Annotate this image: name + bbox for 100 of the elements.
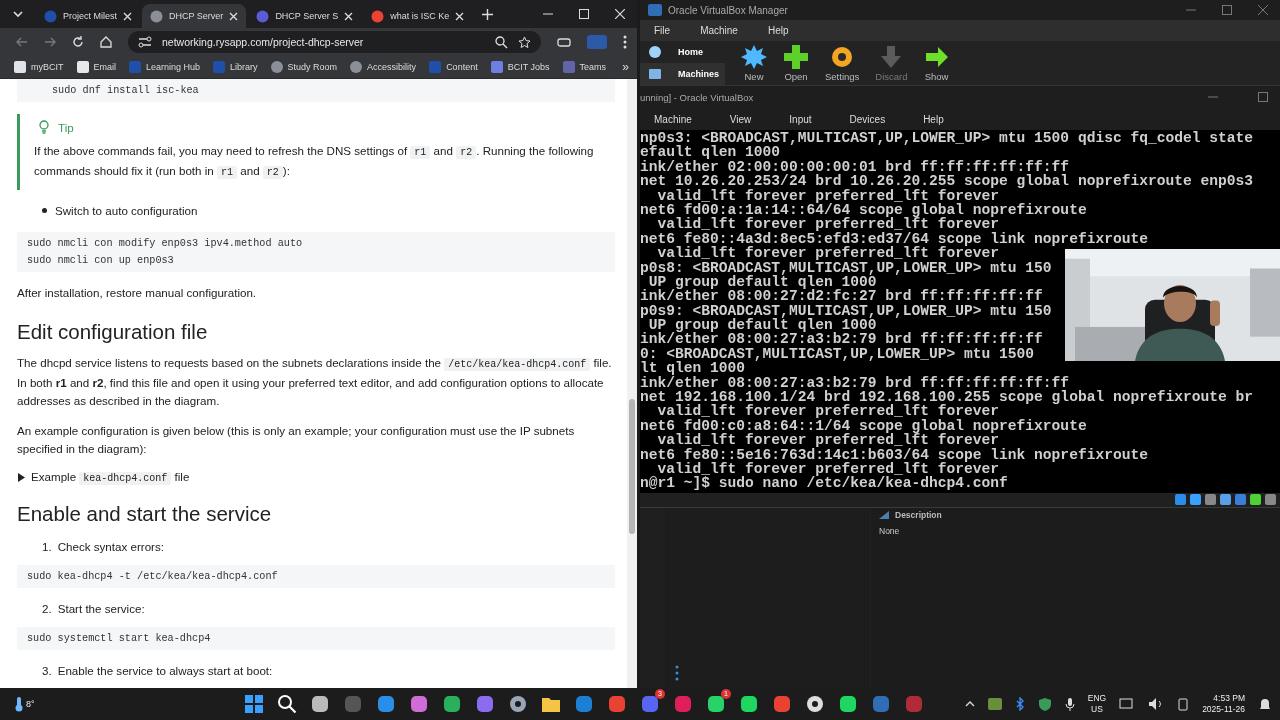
- weather-widget[interactable]: 8°: [14, 696, 244, 712]
- tray-app-icon[interactable]: [987, 698, 1002, 710]
- menu-item[interactable]: File: [654, 25, 671, 36]
- bookmark[interactable]: Library: [213, 61, 258, 73]
- globe-icon: [270, 61, 283, 73]
- address-bar[interactable]: networking.rysapp.com/project-dhcp-server: [128, 31, 541, 53]
- notification-bell-icon[interactable]: [1258, 697, 1272, 711]
- toolbar-button[interactable]: Open: [783, 44, 809, 82]
- code-block: sudo dnf install isc-kea: [17, 79, 615, 102]
- terminal-line: efault qlen 1000: [640, 145, 781, 160]
- favicon-icon: [256, 9, 270, 23]
- tab-list-icon[interactable]: [12, 10, 24, 18]
- browser-tab[interactable]: DHCP Server S: [248, 4, 362, 28]
- back-icon[interactable]: [16, 36, 28, 48]
- bookmark[interactable]: BCIT Jobs: [490, 61, 550, 73]
- start-icon[interactable]: [244, 694, 264, 714]
- list-item: Switch to auto configuration: [55, 204, 198, 217]
- reload-icon[interactable]: [72, 36, 84, 48]
- terminal-line: ink/ether 08:00:27:d2:fc:27 brd ff:ff:ff:ff:ff: [640, 289, 1044, 304]
- browser-tab[interactable]: DHCP Server: [142, 4, 247, 28]
- bookmark[interactable]: Accessibility: [350, 61, 417, 73]
- expandable-section[interactable]: Example kea-dhcp4.conf file: [17, 470, 615, 484]
- battery-icon[interactable]: [1177, 697, 1190, 711]
- menu-item[interactable]: Help: [923, 113, 944, 125]
- paragraph: After installation, restore manual configuration.: [17, 285, 258, 301]
- device-status-icon[interactable]: [1250, 494, 1261, 505]
- bluetooth-icon[interactable]: [1014, 697, 1025, 711]
- favicon-icon: [213, 61, 226, 73]
- terminal-line: valid_lft forever preferred_lft forever: [656, 246, 1001, 261]
- star-icon[interactable]: [518, 35, 531, 49]
- device-status-icon[interactable]: [1220, 494, 1231, 505]
- device-status-icon[interactable]: [1265, 494, 1276, 505]
- menu-item[interactable]: Help: [767, 25, 789, 36]
- clock[interactable]: 4:53 PM 2025-11-26: [1202, 693, 1245, 715]
- favicon-icon: [490, 61, 503, 73]
- toolbar-button[interactable]: Settings: [825, 44, 860, 82]
- forward-icon[interactable]: [44, 36, 56, 48]
- device-status-icon[interactable]: [1235, 494, 1246, 505]
- menu-item[interactable]: Machine: [700, 25, 738, 36]
- tip-text: If the above commands fail, you may need to refresh the DNS settings of r1 and r2 . Running the following commands should fix it (run both in r1 and r2 ):: [34, 143, 595, 181]
- menu-item[interactable]: Input: [789, 113, 812, 125]
- site-settings-icon[interactable]: [138, 36, 152, 48]
- bookmark[interactable]: Email: [76, 61, 116, 73]
- chevron-up-icon[interactable]: [964, 701, 975, 707]
- favicon-icon: [562, 61, 575, 73]
- terminal-line: lt qlen 1000: [640, 361, 746, 376]
- browser-tab[interactable]: what is ISC Ke: [363, 4, 473, 28]
- device-status-icon[interactable]: [1190, 494, 1201, 505]
- home-icon: [648, 45, 662, 59]
- favicon-icon: [429, 61, 442, 73]
- menu-item[interactable]: View: [729, 113, 752, 125]
- toolbar-button[interactable]: New: [741, 44, 767, 82]
- terminal-line: 0: <BROADCAST,MULTICAST,UP,LOWER_UP> mtu 1500: [640, 346, 1036, 362]
- extensions-icon[interactable]: [557, 36, 571, 48]
- terminal-line: p0s8: <BROADCAST,MULTICAST,UP,LOWER_UP> mtu 150: [640, 260, 1053, 275]
- menu-item[interactable]: Machine: [654, 113, 692, 125]
- terminal-line: np0s3: <BROADCAST,MULTICAST,UP,LOWER_UP> mtu 1500 qdisc fq_codel state: [640, 131, 1255, 146]
- paragraph: An example configuration is given below (this is only an example; your configuration must use the IP subnets specified in the diagram):: [17, 423, 576, 457]
- bookmark[interactable]: Content: [429, 61, 478, 73]
- sidebar-item[interactable]: Home: [640, 41, 725, 63]
- list-item: Check syntax errors:: [57, 540, 164, 553]
- favicon-icon: [129, 61, 141, 73]
- scrollbar[interactable]: [627, 79, 637, 688]
- starburst-icon: [741, 44, 767, 70]
- globe-icon: [350, 61, 363, 73]
- browser-tab[interactable]: Project Milest: [36, 4, 140, 28]
- terminal-line: valid_lft forever preferred_lft forever: [656, 404, 1000, 419]
- language-indicator[interactable]: ENG US: [1087, 693, 1107, 715]
- window-title: Oracle VirtualBox Manager: [668, 4, 788, 16]
- device-status-icon[interactable]: [1205, 494, 1216, 505]
- search-icon[interactable]: [277, 694, 297, 714]
- favicon-icon: [76, 61, 89, 73]
- terminal-line: p0s9: <BROADCAST,MULTICAST,UP,LOWER_UP> mtu 150: [640, 303, 1053, 319]
- terminal-line: net6 fd00:c0:a8:64::1/64 scope global noprefixroute: [640, 418, 1088, 434]
- device-status-icon[interactable]: [1175, 494, 1186, 505]
- terminal-line: net 10.26.20.253/24 brd 10.26.20.255 scope global noprefixroute enp0s3: [640, 174, 1255, 189]
- description-icon: [879, 511, 889, 519]
- new-tab-icon[interactable]: [482, 8, 494, 20]
- list-item: Enable the service to always start at boot:: [57, 664, 273, 677]
- microphone-icon[interactable]: [1064, 697, 1075, 711]
- terminal-line: valid_lft forever preferred_lft forever: [657, 462, 1000, 477]
- terminal-line: net6 fd00:a:1a:14::64/64 scope global noprefixroute: [640, 202, 1088, 218]
- menu-item[interactable]: Devices: [849, 113, 886, 125]
- lightbulb-icon: [38, 120, 50, 134]
- more-bookmarks-button[interactable]: »: [622, 60, 629, 74]
- network-icon[interactable]: [1119, 697, 1136, 711]
- step-number: 2.: [42, 602, 52, 615]
- section-heading: Enable and start the service: [17, 502, 273, 526]
- bookmark[interactable]: myBCIT: [14, 61, 64, 73]
- bookmark[interactable]: Study Room: [270, 61, 338, 73]
- zoom-icon[interactable]: [495, 35, 508, 49]
- menu-icon[interactable]: [623, 35, 627, 49]
- list-item: Start the service:: [57, 602, 145, 615]
- bookmark[interactable]: Learning Hub: [129, 61, 201, 73]
- sidebar-item[interactable]: Machines: [640, 63, 725, 85]
- bookmark[interactable]: Teams: [562, 61, 607, 73]
- home-icon[interactable]: [100, 36, 112, 48]
- machine-icon: [648, 67, 662, 81]
- paragraph: The dhcpd service listens to requests based on the subnets declarations inside the /etc/kea/kea-dhcp4.conf file. In both r1 and r2, find this file and open it using your preferred text editor, and add configuration options to allocate addresses as described in the diagram.: [17, 355, 613, 409]
- toolbar-button[interactable]: Show: [923, 44, 950, 82]
